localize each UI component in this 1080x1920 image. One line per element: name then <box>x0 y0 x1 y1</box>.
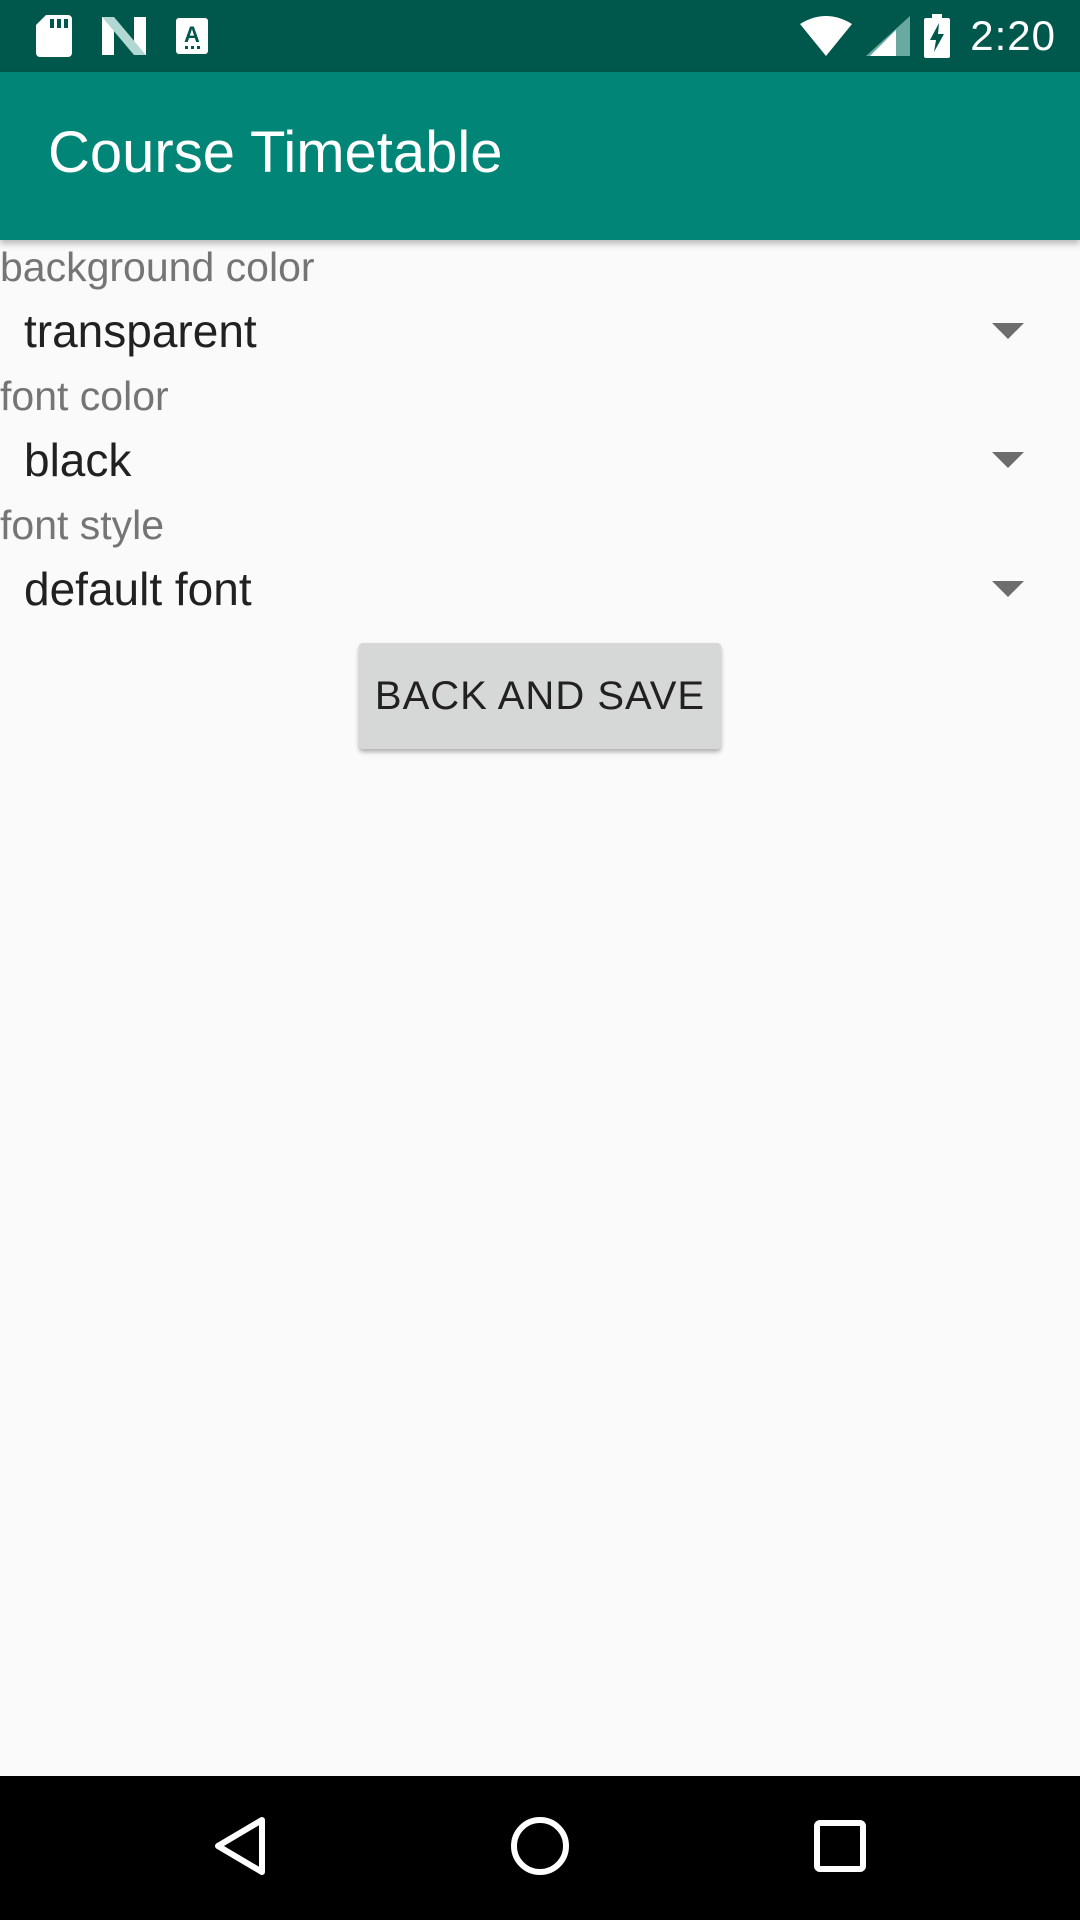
background-color-value: transparent <box>24 305 257 357</box>
nav-home-button[interactable] <box>504 1812 576 1884</box>
recents-icon <box>814 1819 866 1877</box>
nav-recents-button[interactable] <box>804 1812 876 1884</box>
home-icon <box>510 1816 570 1881</box>
back-icon <box>212 1816 268 1881</box>
app-title: Course Timetable <box>48 120 503 185</box>
font-color-value: black <box>24 434 132 486</box>
font-style-value: default font <box>24 563 252 615</box>
navigation-bar <box>0 1776 1080 1920</box>
background-color-spinner[interactable]: transparent <box>0 294 1080 369</box>
background-color-setting: background color transparent <box>0 240 1080 369</box>
nav-back-button[interactable] <box>204 1812 276 1884</box>
status-right-icons: 2:20 <box>800 12 1056 60</box>
dropdown-arrow-icon <box>992 452 1024 468</box>
text-a-icon: A <box>176 18 208 54</box>
status-left-icons: A <box>36 12 208 60</box>
svg-text:A: A <box>184 22 200 47</box>
cell-signal-icon <box>866 16 911 56</box>
wifi-icon <box>800 16 853 56</box>
button-container: BACK AND SAVE <box>0 643 1080 749</box>
dropdown-arrow-icon <box>992 581 1024 597</box>
font-style-label: font style <box>0 502 165 548</box>
background-color-label: background color <box>0 244 315 290</box>
font-color-setting: font color black <box>0 369 1080 498</box>
font-color-label: font color <box>0 373 169 419</box>
settings-form: background color transparent font color … <box>0 240 1080 749</box>
status-time: 2:20 <box>970 12 1056 59</box>
n-logo-icon <box>102 17 146 55</box>
font-color-spinner[interactable]: black <box>0 423 1080 498</box>
back-and-save-button[interactable]: BACK AND SAVE <box>359 643 721 749</box>
status-bar: A 2:20 <box>0 0 1080 72</box>
font-style-setting: font style default font <box>0 498 1080 627</box>
app-bar: Course Timetable <box>0 72 1080 240</box>
battery-charging-icon <box>924 14 951 58</box>
dropdown-arrow-icon <box>992 323 1024 339</box>
sd-card-icon <box>36 15 72 57</box>
font-style-spinner[interactable]: default font <box>0 552 1080 627</box>
